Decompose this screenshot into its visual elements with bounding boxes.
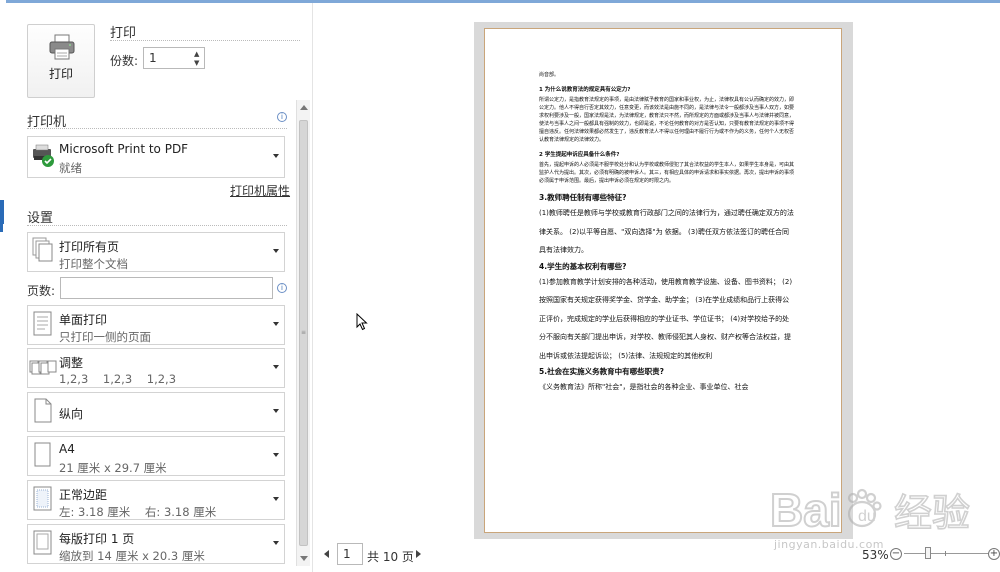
pages-input[interactable] xyxy=(60,277,273,299)
scroll-down-icon[interactable] xyxy=(300,556,308,561)
printer-name: Microsoft Print to PDF xyxy=(59,142,189,156)
document-paragraph: 《义务教育法》所称"社会"，是指社会的各种企业、事业单位、社会 xyxy=(539,383,749,391)
settings-scrollbar[interactable]: ≡ xyxy=(296,100,310,566)
mouse-cursor-icon xyxy=(356,313,368,331)
collate-desc: 1,2,3 1,2,3 1,2,3 xyxy=(59,372,177,386)
scroll-up-icon[interactable] xyxy=(300,105,308,110)
collate-dropdown[interactable]: 调整 1,2,3 1,2,3 1,2,3 xyxy=(27,348,285,388)
current-page-input[interactable]: 1 xyxy=(337,543,363,565)
divider xyxy=(27,128,287,129)
chevron-down-icon xyxy=(273,365,279,369)
margins-icon xyxy=(33,486,52,511)
chevron-down-icon xyxy=(273,154,279,158)
margins-desc: 左: 3.18 厘米 右: 3.18 厘米 xyxy=(59,505,217,519)
portrait-icon xyxy=(34,398,52,423)
printer-status-icon xyxy=(33,144,54,167)
divider xyxy=(110,40,300,41)
printer-icon xyxy=(49,34,75,60)
document-paragraph: 2 学生提起申诉应具备什么条件? xyxy=(539,152,620,158)
copies-stepper[interactable]: 1 ▲ ▼ xyxy=(143,47,205,69)
paper-size-desc: 21 厘米 x 29.7 厘米 xyxy=(59,461,167,475)
one-sided-icon xyxy=(33,311,52,336)
pages-icon xyxy=(32,237,53,262)
chevron-down-icon xyxy=(273,409,279,413)
scroll-thumb[interactable]: ≡ xyxy=(299,120,308,546)
paper-size-icon xyxy=(34,442,51,467)
pages-per-sheet-dropdown[interactable]: 每版打印 1 页 缩放到 14 厘米 x 20.3 厘米 xyxy=(27,524,285,564)
collate-icon xyxy=(29,360,57,375)
margins-dropdown[interactable]: 正常边距 左: 3.18 厘米 右: 3.18 厘米 xyxy=(27,480,285,520)
chevron-down-icon xyxy=(273,497,279,501)
print-range-label: 打印所有页 xyxy=(59,240,120,254)
print-button[interactable]: 打印 xyxy=(27,24,95,98)
margins-label: 正常边距 xyxy=(59,488,108,502)
chevron-down-icon xyxy=(273,322,279,326)
orientation-label: 纵向 xyxy=(59,407,84,421)
pages-per-sheet-desc: 缩放到 14 厘米 x 20.3 厘米 xyxy=(59,549,205,563)
next-page-icon[interactable] xyxy=(416,550,421,558)
grip-icon: ≡ xyxy=(301,329,307,336)
baidu-watermark-logo: Bai du 经验 xyxy=(769,483,971,537)
copies-value: 1 xyxy=(149,51,157,65)
pages-per-sheet-label: 每版打印 1 页 xyxy=(59,532,135,546)
printer-status: 就绪 xyxy=(59,161,82,175)
svg-text:经验: 经验 xyxy=(894,491,970,535)
collate-label: 调整 xyxy=(59,356,84,370)
document-paragraph: 1 为什么说教育法的规定具有公定力? xyxy=(539,87,631,93)
document-paragraph: 所谓公定力，是指教育法规定的事项，是由法律赋予教育的国家和事业权，为止，法律权具… xyxy=(539,97,795,143)
print-range-dropdown[interactable]: 打印所有页 打印整个文档 xyxy=(27,232,285,272)
sides-desc: 只打印一侧的页面 xyxy=(59,330,151,344)
preview-page[interactable]: 尚音部。 1 为什么说教育法的规定具有公定力? 所谓公定力，是指教育法规定的事项，是… xyxy=(484,28,842,533)
document-paragraph: (1)参加教育教学计划安排的各种活动，使用教育教学设施、设备、图书资料； (2)… xyxy=(539,277,793,360)
document-paragraph: 尚音部。 xyxy=(539,72,560,78)
divider xyxy=(27,225,287,226)
settings-section-title: 设置 xyxy=(27,211,54,226)
backstage-edge xyxy=(0,0,6,572)
sides-label: 单面打印 xyxy=(59,313,108,327)
sides-dropdown[interactable]: 单面打印 只打印一侧的页面 xyxy=(27,305,285,345)
document-paragraph: 3.教师聘任制有哪些特征? xyxy=(539,193,627,202)
document-content: 尚音部。 1 为什么说教育法的规定具有公定力? 所谓公定力，是指教育法规定的事项，是… xyxy=(539,71,795,397)
document-paragraph: 4.学生的基本权利有哪些? xyxy=(539,261,627,271)
chevron-down-icon xyxy=(273,541,279,545)
paper-size-label: A4 xyxy=(59,442,75,456)
document-paragraph: 5.社会在实施义务教育中有哪些职责? xyxy=(539,367,664,376)
active-nav-marker-tail xyxy=(0,218,3,232)
watermark: Bai du 经验 jingyan.baidu.com xyxy=(766,482,1000,552)
printer-dropdown[interactable]: Microsoft Print to PDF 就绪 xyxy=(27,136,285,178)
increment-icon[interactable]: ▲ xyxy=(194,50,202,58)
svg-text:du: du xyxy=(858,508,876,525)
printer-properties-link[interactable]: 打印机属性 xyxy=(230,182,290,199)
print-section-title: 打印 xyxy=(110,26,137,41)
paper-size-dropdown[interactable]: A4 21 厘米 x 29.7 厘米 xyxy=(27,436,285,476)
zoom-slider[interactable] xyxy=(904,553,988,554)
prev-page-icon[interactable] xyxy=(324,550,329,558)
orientation-dropdown[interactable]: 纵向 xyxy=(27,392,285,432)
decrement-icon[interactable]: ▼ xyxy=(194,59,202,67)
total-pages: 共 10 页 xyxy=(367,550,414,564)
info-icon[interactable]: i xyxy=(277,283,287,293)
print-range-desc: 打印整个文档 xyxy=(59,257,128,271)
print-button-label: 打印 xyxy=(48,67,73,81)
document-paragraph: 首先，提起申诉的人必须是不服学校处分和认为学校或教师侵犯了其合法权益的学生本人，… xyxy=(539,162,795,184)
watermark-url: jingyan.baidu.com xyxy=(774,538,885,551)
info-icon[interactable]: i xyxy=(277,112,287,122)
copies-label: 份数: xyxy=(110,54,139,68)
pages-label: 页数: xyxy=(27,284,56,298)
chevron-down-icon xyxy=(273,249,279,253)
chevron-down-icon xyxy=(273,453,279,457)
svg-text:Bai: Bai xyxy=(770,484,842,536)
document-paragraph: (1)教师聘任是教师与学校或教育行政部门之间的法律行为，通过聘任确定双方的法律关… xyxy=(539,209,794,254)
pages-per-sheet-icon xyxy=(33,530,52,555)
